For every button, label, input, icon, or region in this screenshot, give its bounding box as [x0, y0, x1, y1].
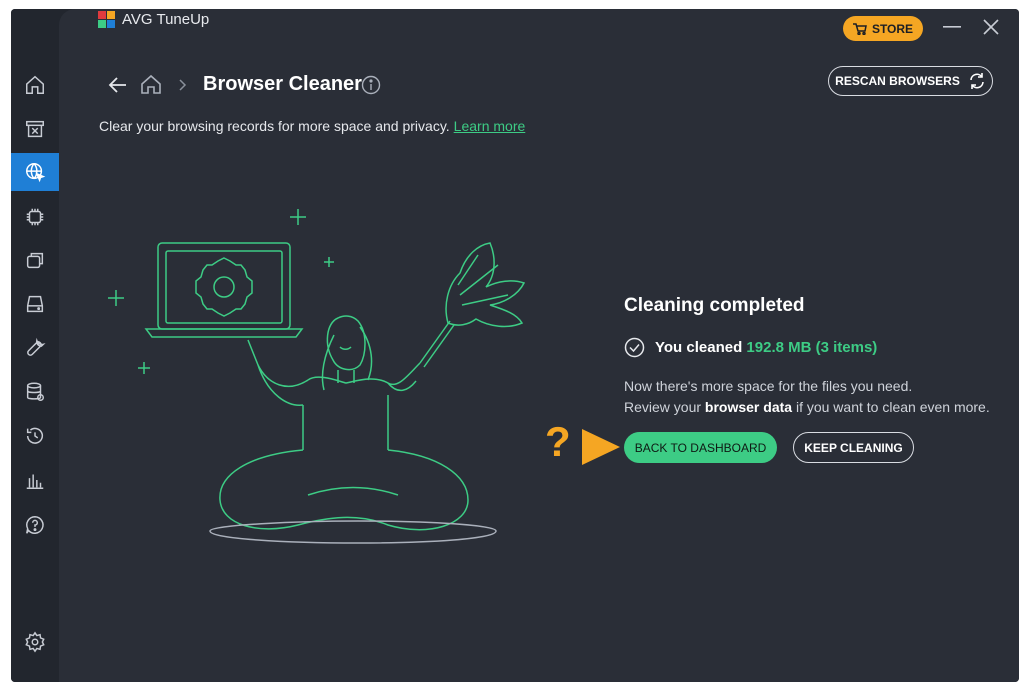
subtitle-text: Clear your browsing records for more spa…: [99, 118, 450, 134]
breadcrumb-chevron-icon: [179, 79, 187, 91]
store-label: STORE: [871, 21, 914, 36]
cleaned-summary: You cleaned 192.8 MB (3 items): [624, 337, 877, 358]
minimize-button[interactable]: [939, 14, 965, 40]
chip-icon: [26, 208, 44, 226]
refresh-icon: [970, 73, 984, 89]
desc-line-1: Now there's more space for the files you…: [624, 378, 913, 394]
desc-line-2-post: if you want to clean even more.: [795, 399, 990, 415]
cleaned-prefix: You cleaned: [655, 339, 743, 356]
chart-icon: [26, 474, 44, 489]
back-to-dashboard-button[interactable]: BACK TO DASHBOARD: [624, 432, 777, 463]
sidebar-item-home[interactable]: [11, 66, 59, 104]
breadcrumb-home-icon[interactable]: [140, 74, 162, 95]
result-title: Cleaning completed: [624, 295, 805, 316]
annotation-question-mark: ?: [545, 418, 571, 465]
globe-cursor-icon: [26, 163, 46, 183]
minimize-icon: [943, 26, 961, 28]
sidebar-item-help[interactable]: [11, 506, 59, 544]
cleaning-woman-illustration: [108, 209, 526, 544]
store-button[interactable]: STORE: [843, 16, 923, 41]
page-title: Browser Cleaner: [203, 73, 362, 95]
app-title: AVG TuneUp: [122, 11, 210, 28]
windows-icon: [26, 252, 44, 269]
wrench-icon: [27, 337, 46, 356]
learn-more-link[interactable]: Learn more: [454, 118, 526, 134]
sidebar-item-settings[interactable]: [11, 623, 59, 661]
result-description: Now there's more space for the files you…: [624, 376, 990, 418]
database-icon: [26, 382, 44, 401]
history-icon: [26, 427, 43, 444]
keep-cleaning-button[interactable]: KEEP CLEANING: [793, 432, 914, 463]
sidebar-item-chip[interactable]: [11, 198, 59, 236]
annotation-arrow-icon: [582, 429, 620, 465]
page-subtitle: Clear your browsing records for more spa…: [99, 118, 525, 134]
avg-logo-icon: [98, 11, 115, 28]
back-arrow-icon[interactable]: [108, 76, 128, 94]
sidebar-item-tools[interactable]: [11, 329, 59, 367]
sidebar-item-history[interactable]: [11, 417, 59, 455]
desc-line-2-bold: browser data: [704, 399, 793, 415]
cleaned-amount: 192.8 MB (3 items): [746, 339, 878, 356]
sidebar-item-drive[interactable]: [11, 285, 59, 323]
desc-line-2-pre: Review your: [624, 399, 702, 415]
close-icon: [983, 19, 999, 35]
drive-icon: [26, 295, 44, 313]
sidebar-item-archive[interactable]: [11, 110, 59, 148]
rescan-label: RESCAN BROWSERS: [835, 74, 960, 88]
cart-icon: [852, 22, 867, 35]
rescan-browsers-button[interactable]: RESCAN BROWSERS: [828, 66, 993, 96]
home-icon: [26, 75, 44, 94]
archive-icon: [26, 120, 44, 138]
sidebar-item-browser-cleaner[interactable]: [11, 153, 59, 191]
help-icon: [26, 516, 44, 534]
check-circle-icon: [624, 337, 645, 358]
sidebar: [11, 9, 59, 682]
sidebar-item-performance[interactable]: [11, 461, 59, 499]
info-icon[interactable]: [361, 75, 381, 95]
sidebar-item-database[interactable]: [11, 373, 59, 411]
close-button[interactable]: [978, 14, 1004, 40]
sidebar-item-windows[interactable]: [11, 241, 59, 279]
gear-icon: [25, 631, 45, 653]
